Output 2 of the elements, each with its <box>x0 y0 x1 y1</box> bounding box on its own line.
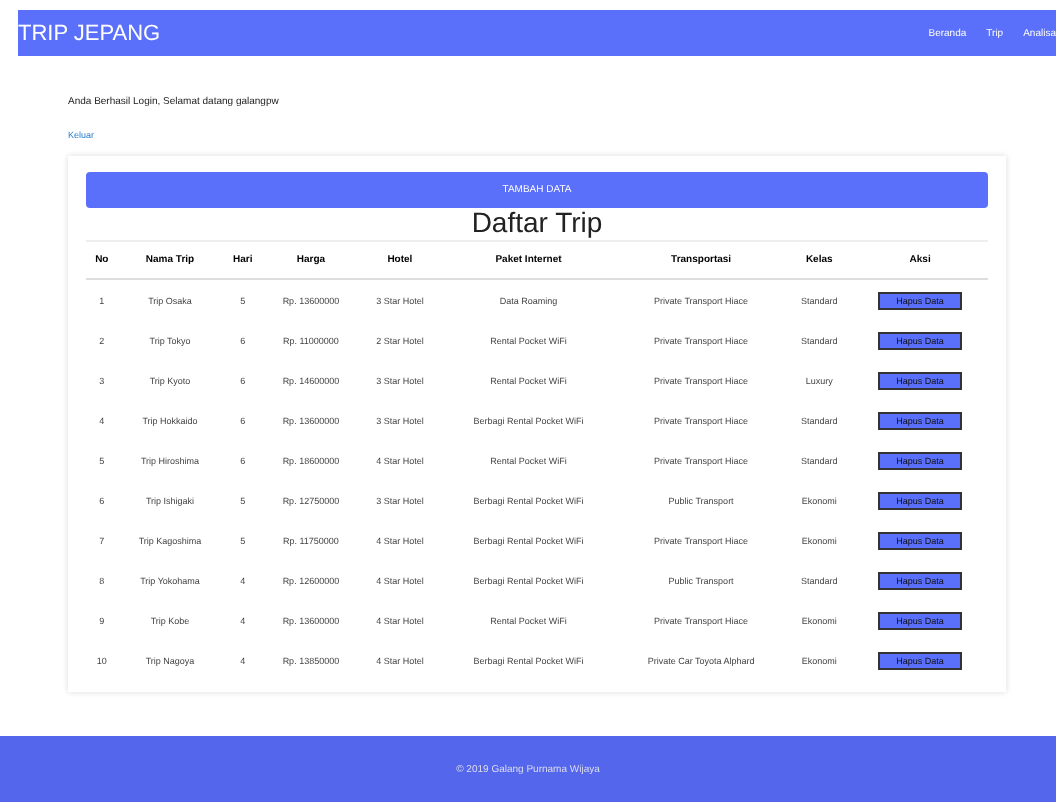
brand-title[interactable]: TRIP JEPANG <box>18 21 161 45</box>
table-title: Daftar Trip <box>469 208 605 236</box>
